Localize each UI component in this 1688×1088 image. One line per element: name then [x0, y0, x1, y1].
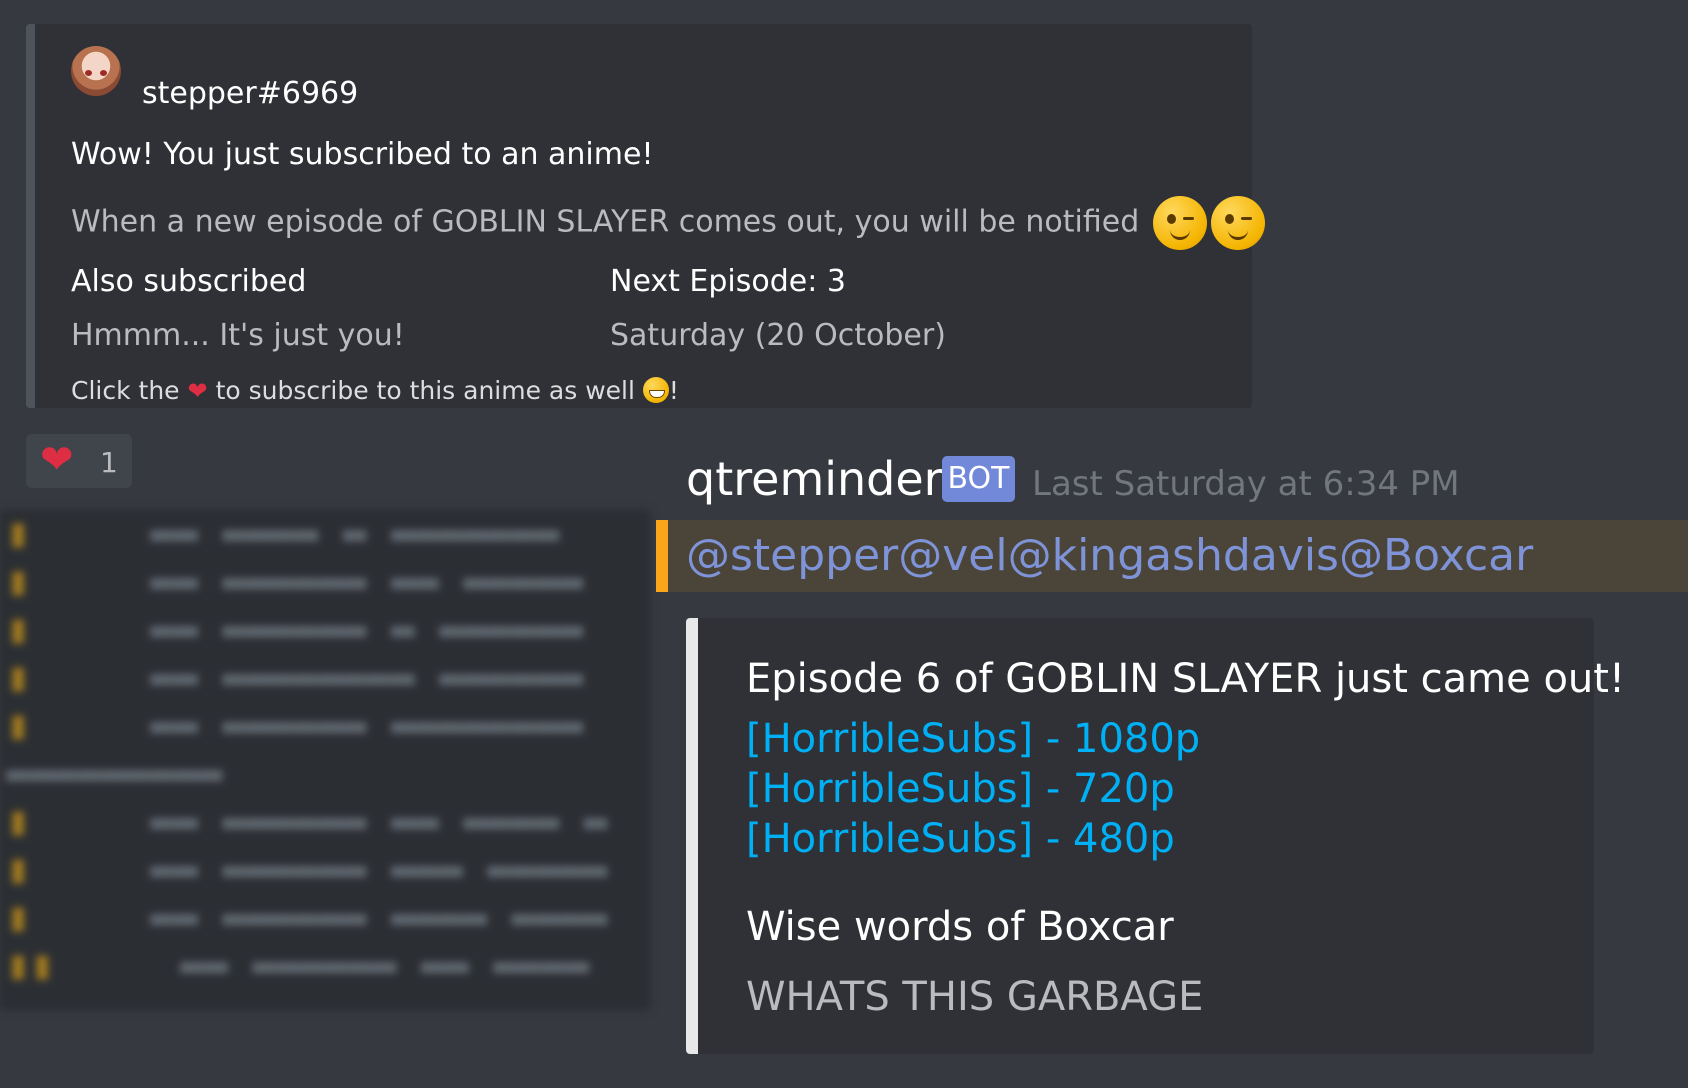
field-value-next-episode: Saturday (20 October) [610, 318, 946, 353]
embed-description: When a new episode of GOBLIN SLAYER come… [71, 196, 1265, 250]
footer-text-start: Click the [71, 376, 180, 405]
reaction-count: 1 [100, 446, 118, 479]
embed-description-text: When a new episode of GOBLIN SLAYER come… [71, 204, 1140, 240]
wink-emoji-icon [1210, 196, 1265, 250]
wink-emoji-icon [1152, 196, 1207, 250]
footer-text-middle: to subscribe to this anime as well [215, 376, 635, 405]
link-480p[interactable]: [HorribleSubs] - 480p [746, 816, 1175, 862]
bot-tag-badge: BOT [942, 456, 1015, 502]
link-720p[interactable]: [HorribleSubs] - 720p [746, 766, 1175, 812]
footer-text-end: ! [668, 376, 679, 405]
episode-embed: Episode 6 of GOBLIN SLAYER just came out… [686, 618, 1625, 1054]
link-1080p[interactable]: [HorribleSubs] - 1080p [746, 716, 1200, 762]
field-name-also-subscribed: Also subscribed [71, 264, 307, 299]
wise-words-field-name: Wise words of Boxcar [746, 904, 1174, 950]
embed-footer: Click the ❤ to subscribe to this anime a… [71, 376, 679, 405]
wise-words-field-value: WHATS THIS GARBAGE [746, 974, 1204, 1020]
subscription-embed: stepper#6969 Wow! You just subscribed to… [26, 24, 1265, 408]
embed-author[interactable]: stepper#6969 [142, 76, 358, 111]
episode-embed-title: Episode 6 of GOBLIN SLAYER just came out… [746, 656, 1625, 702]
field-value-also-subscribed: Hmmm... It's just you! [71, 318, 405, 353]
heart-icon: ❤ [40, 437, 74, 483]
embed-title: Wow! You just subscribed to an anime! [71, 137, 654, 172]
author-avatar[interactable] [71, 46, 121, 96]
bot-username[interactable]: qtreminder [686, 452, 943, 506]
message-timestamp: Last Saturday at 6:34 PM [1032, 464, 1460, 504]
grin-emoji-icon [642, 377, 669, 403]
blurred-background: ▮ ▬▬ ▬▬▬▬ ▬ ▬▬▬▬▬▬▬ ▮ ▬▬ ▬▬▬▬▬▬ ▬▬ ▬▬▬▬▬ ▮… [0, 510, 650, 1010]
message-mentions[interactable]: @stepper@vel@kingashdavis@Boxcar [686, 530, 1533, 581]
field-name-next-episode: Next Episode: 3 [610, 264, 846, 299]
heart-icon: ❤ [187, 377, 208, 405]
heart-reaction-button[interactable]: ❤ 1 [26, 434, 132, 488]
